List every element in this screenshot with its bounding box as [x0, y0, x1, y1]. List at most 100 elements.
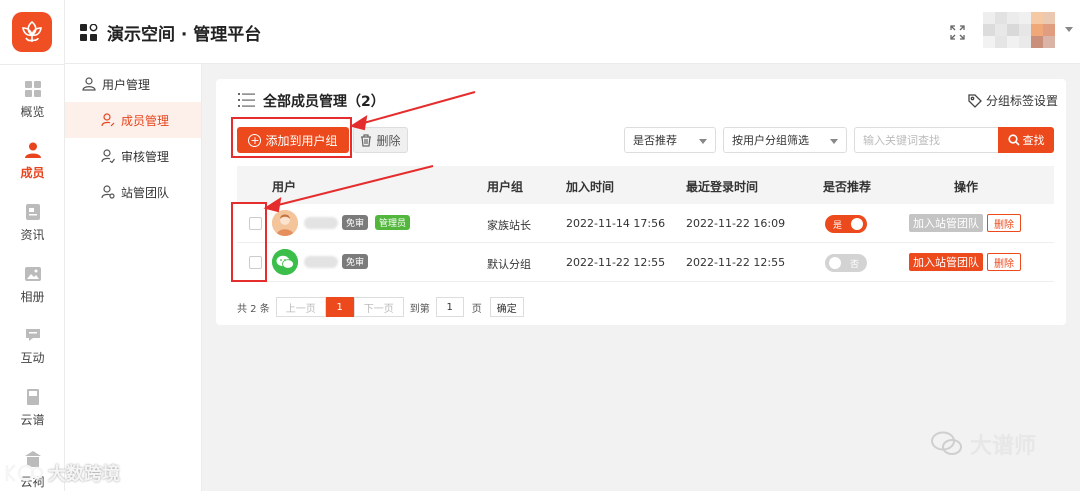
status-badge: 管理员 [375, 215, 411, 230]
search-button-label: 查找 [1022, 134, 1045, 147]
fullscreen-icon[interactable] [950, 25, 965, 40]
goto-page-input[interactable] [435, 297, 464, 317]
subnav-item-label: 成员管理 [121, 113, 170, 128]
apps-icon [80, 23, 98, 42]
cell-last-login: 2022-11-22 12:55 [686, 256, 786, 269]
wechat-watermark-icon [931, 431, 962, 455]
column-header-user: 用户 [272, 180, 297, 194]
cell-last-login: 2022-11-22 16:09 [686, 217, 786, 230]
user-team-icon [101, 185, 115, 199]
group-tag-settings-link[interactable]: 分组标签设置 [968, 92, 1058, 109]
chevron-down-icon [830, 139, 838, 144]
subnav-item-admin-team[interactable]: 站管团队 [101, 184, 169, 200]
cell-joined: 2022-11-14 17:56 [566, 217, 666, 230]
rail-item-news[interactable]: 资讯 [0, 203, 65, 255]
grid-icon [24, 80, 42, 98]
add-to-group-label: 添加到用户组 [265, 133, 338, 148]
secondary-nav: 用户管理 成员管理 审核管理 站管团队 [65, 64, 202, 491]
rail-item-overview[interactable]: 概览 [0, 80, 65, 132]
join-admin-team-button[interactable]: 加入站管团队 [909, 253, 983, 271]
trash-icon [361, 133, 372, 147]
goto-confirm-button[interactable]: 确定 [489, 297, 524, 317]
top-header: 演示空间 · 管理平台 [65, 0, 1080, 64]
recommend-toggle[interactable]: 是 [825, 215, 867, 233]
search-icon [1007, 134, 1020, 146]
column-header-joined: 加入时间 [566, 180, 615, 194]
row-checkbox[interactable] [249, 256, 262, 269]
card-title: 全部成员管理（2） [263, 94, 385, 110]
cell-group: 家族站长 [487, 219, 531, 232]
status-badge: 免审 [342, 254, 369, 269]
toggle-label: 否 [849, 260, 859, 270]
chat-icon [24, 326, 42, 344]
cell-group: 默认分组 [487, 258, 531, 271]
table-row: 免审 默认分组 2022-11-22 12:55 2022-11-22 12:5… [237, 243, 1054, 282]
logo [12, 12, 52, 52]
goto-prefix: 到第 [409, 303, 430, 315]
recommend-filter-value: 是否推荐 [633, 134, 677, 147]
watermark-right-text: 大谱师 [970, 434, 1037, 459]
subnav-item-review-management[interactable]: 审核管理 [101, 148, 169, 164]
person-icon [24, 141, 42, 159]
user-check-icon [101, 149, 115, 163]
row-checkbox[interactable] [249, 217, 262, 230]
left-rail: 概览 成员 资讯 相册 互动 云谱 云祠 [0, 0, 65, 491]
user-edit-icon [101, 113, 115, 127]
page-title: 演示空间 · 管理平台 [107, 25, 262, 45]
rail-item-label: 互动 [20, 351, 45, 365]
watermark-left: 大数跨境 [4, 460, 120, 486]
toggle-knob [829, 257, 841, 269]
page-number-current[interactable]: 1 [325, 297, 354, 317]
cell-joined: 2022-11-22 12:55 [566, 256, 666, 269]
rail-item-album[interactable]: 相册 [0, 265, 65, 317]
subnav-item-member-management[interactable]: 成员管理 [65, 102, 201, 138]
username-blurred [304, 256, 338, 268]
rail-item-interact[interactable]: 互动 [0, 326, 65, 378]
column-header-recommend: 是否推荐 [823, 180, 872, 194]
rail-divider [0, 64, 65, 65]
image-icon [24, 265, 42, 283]
recommend-toggle[interactable]: 否 [825, 254, 867, 272]
search-input[interactable] [854, 127, 999, 153]
watermark-left-text: 大数跨境 [48, 464, 120, 485]
subnav-group-user-management[interactable]: 用户管理 [82, 76, 150, 92]
wechat-avatar [272, 249, 298, 275]
tag-icon [968, 93, 982, 108]
search-button[interactable]: 查找 [998, 127, 1054, 153]
row-delete-button[interactable]: 删除 [987, 253, 1021, 271]
bulk-delete-button[interactable]: 删除 [353, 127, 408, 153]
rail-item-label: 资讯 [20, 228, 45, 242]
status-badge: 免审 [342, 215, 369, 230]
rail-item-cloud-genealogy[interactable]: 云谱 [0, 388, 65, 440]
recommend-filter-select[interactable]: 是否推荐 [624, 127, 716, 153]
chevron-down-icon[interactable] [1065, 27, 1073, 32]
table-header: 用户 用户组 加入时间 最近登录时间 是否推荐 操作 [237, 166, 1054, 204]
tag-settings-label: 分组标签设置 [986, 94, 1059, 108]
plus-circle-icon: + [248, 133, 262, 147]
user-avatar[interactable] [983, 12, 1055, 48]
avatar [272, 210, 298, 236]
chevron-down-icon [699, 139, 707, 144]
list-icon [238, 93, 256, 107]
watermark-right: 大谱师 [930, 428, 1036, 460]
subnav-item-label: 审核管理 [121, 149, 170, 164]
watermark-logo-icon [5, 464, 44, 482]
rail-item-label: 概览 [20, 105, 45, 119]
next-page-button[interactable]: 下一页 [353, 297, 404, 317]
group-filter-select[interactable]: 按用户分组筛选 [723, 127, 847, 153]
prev-page-button[interactable]: 上一页 [275, 297, 326, 317]
total-count: 共 2 条 [237, 303, 270, 315]
user-outline-icon [82, 77, 96, 91]
rail-item-members[interactable]: 成员 [0, 141, 65, 193]
rail-item-label: 成员 [20, 166, 45, 180]
column-header-actions: 操作 [954, 180, 979, 194]
column-header-group: 用户组 [487, 180, 524, 194]
members-card: 全部成员管理（2） 分组标签设置 + 添加到用户组 删除 是否推荐 按用户分组筛… [216, 79, 1066, 325]
goto-suffix: 页 [471, 303, 482, 315]
join-admin-team-button[interactable]: 加入站管团队 [909, 214, 983, 232]
add-to-group-button[interactable]: + 添加到用户组 [237, 127, 349, 153]
bulk-delete-label: 删除 [376, 133, 401, 148]
row-delete-button[interactable]: 删除 [987, 214, 1021, 232]
username-blurred [304, 217, 338, 229]
toggle-knob [851, 218, 863, 230]
